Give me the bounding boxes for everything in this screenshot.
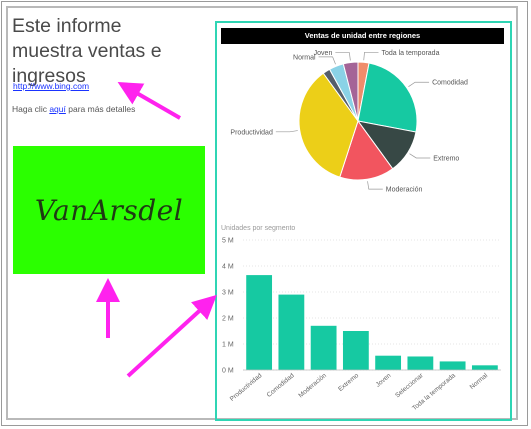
y-tick-label: 0 M bbox=[222, 368, 234, 375]
pie-leader-line bbox=[363, 51, 379, 61]
x-tick-label-normal: Normal bbox=[469, 372, 490, 391]
bar-joven[interactable] bbox=[375, 355, 402, 370]
y-tick-label: 2 M bbox=[222, 316, 234, 323]
x-tick-label-joven: Joven bbox=[375, 372, 393, 389]
pie-chart[interactable]: Toda la temporada Comodidad Extremo Moderac… bbox=[221, 44, 504, 204]
y-tick-label: 1 M bbox=[222, 342, 234, 349]
x-tick-label-productividad: Productividad bbox=[229, 372, 264, 403]
pie-leader-line bbox=[409, 153, 431, 159]
x-tick-label-extremo: Extremo bbox=[337, 372, 360, 393]
pie-leader-line bbox=[408, 81, 430, 88]
bar-chart-title: Unidades por segmento bbox=[221, 225, 295, 232]
bar-seleccionar[interactable] bbox=[407, 356, 434, 370]
pie-leader-line bbox=[318, 56, 336, 65]
details-prefix: Haga clic bbox=[12, 104, 50, 114]
pie-label-moderacion: Moderación bbox=[386, 187, 423, 194]
y-tick-label: 5 M bbox=[222, 238, 234, 245]
pie-label-comodidad: Comodidad bbox=[432, 80, 468, 87]
pie-label-toda-la-temporada: Toda la temporada bbox=[381, 50, 439, 57]
pie-label-productividad: Productividad bbox=[230, 129, 273, 136]
pie-leader-line bbox=[335, 52, 351, 61]
x-tick-label-comodidad: Comodidad bbox=[266, 372, 296, 399]
bing-link[interactable]: http://www.bing.com bbox=[13, 81, 89, 91]
details-link[interactable]: aquí bbox=[49, 104, 66, 114]
x-tick-label-moderacion: Moderación bbox=[297, 372, 328, 399]
pie-label-normal: Normal bbox=[293, 54, 316, 61]
vanarsdel-logo: VanArsdel bbox=[13, 146, 205, 274]
bar-chart[interactable]: Unidades por segmento 0 M 1 M 2 M 3 M 4 M 5 M P… bbox=[217, 218, 511, 418]
bar-toda-la-temporada[interactable] bbox=[439, 361, 466, 370]
bar-productividad[interactable] bbox=[246, 275, 273, 370]
pie-label-extremo: Extremo bbox=[433, 155, 459, 162]
bar-normal[interactable] bbox=[471, 365, 498, 370]
pie-slice-comodidad[interactable] bbox=[357, 62, 418, 133]
bar-moderacion[interactable] bbox=[310, 325, 337, 370]
bar-comodidad[interactable] bbox=[278, 294, 305, 370]
pie-leader-line bbox=[367, 181, 383, 190]
details-text: Haga clic aquí para más detalles bbox=[12, 104, 135, 114]
pie-label-joven: Joven bbox=[314, 50, 333, 57]
pie-chart-title: Ventas de unidad entre regiones bbox=[221, 28, 504, 44]
details-suffix: para más detalles bbox=[65, 104, 136, 114]
y-tick-label: 3 M bbox=[222, 290, 234, 297]
page-title: Este informe muestra ventas e ingresos bbox=[12, 15, 162, 87]
x-tick-label-seleccionar: Seleccionar bbox=[394, 372, 425, 400]
bar-extremo[interactable] bbox=[342, 331, 369, 370]
pie-leader-line bbox=[275, 130, 298, 133]
y-tick-label: 4 M bbox=[222, 264, 234, 271]
logo-text: VanArsdel bbox=[34, 193, 184, 227]
